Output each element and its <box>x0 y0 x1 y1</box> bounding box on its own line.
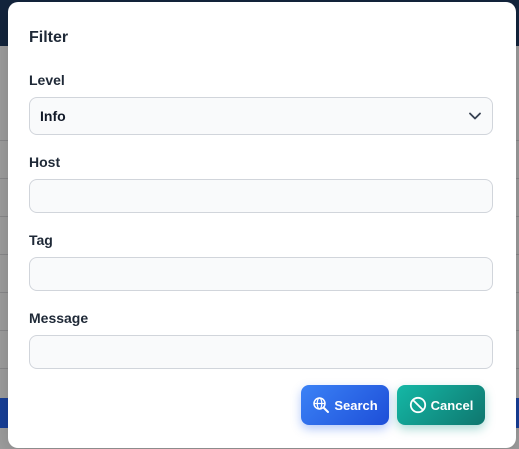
chevron-down-icon <box>468 109 482 123</box>
cancel-button[interactable]: Cancel <box>397 385 485 425</box>
message-label: Message <box>29 310 89 326</box>
filter-dialog: Filter Level Info Host Tag Message Searc… <box>8 2 516 448</box>
dialog-title: Filter <box>29 29 69 46</box>
level-select-value: Info <box>40 108 66 124</box>
globe-search-icon <box>312 396 330 414</box>
search-button[interactable]: Search <box>301 385 389 425</box>
cancel-button-label: Cancel <box>430 397 474 413</box>
search-button-label: Search <box>334 397 378 413</box>
message-input[interactable] <box>29 335 493 369</box>
level-label: Level <box>29 72 65 88</box>
tag-input[interactable] <box>29 257 493 291</box>
tag-label: Tag <box>29 232 53 248</box>
host-label: Host <box>29 154 61 170</box>
host-input[interactable] <box>29 179 493 213</box>
level-select[interactable]: Info <box>29 97 493 135</box>
ban-icon <box>409 396 427 414</box>
